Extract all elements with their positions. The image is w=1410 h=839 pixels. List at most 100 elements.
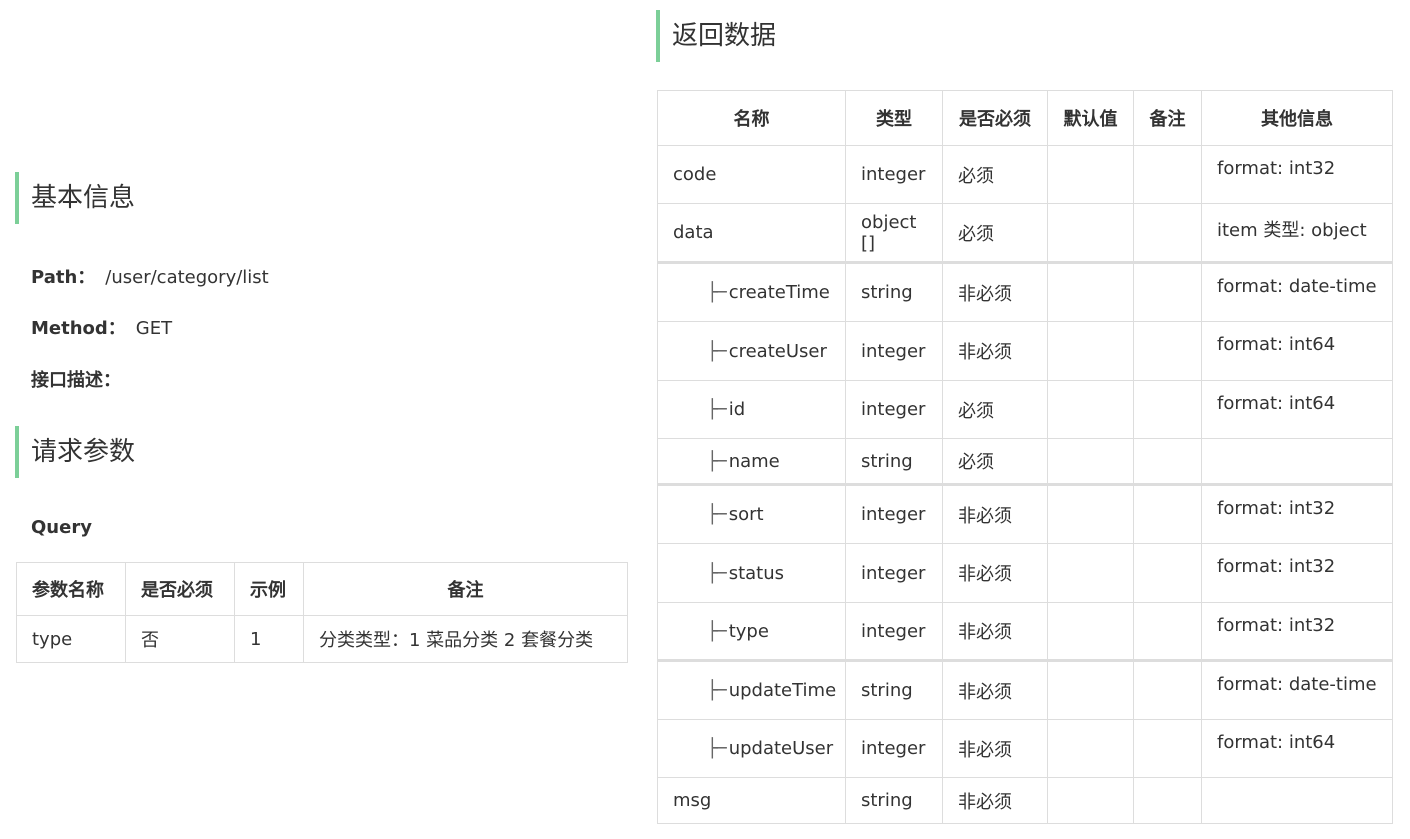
field-required: 必须 [942, 203, 1048, 263]
field-note [1133, 777, 1202, 824]
field-required: 非必须 [942, 777, 1048, 824]
field-type: integer [845, 380, 943, 439]
tree-branch-icon: ├─ [707, 738, 727, 759]
method-label: Method： [31, 318, 126, 339]
field-required: 非必须 [942, 483, 1048, 544]
param-required: 否 [125, 615, 235, 663]
field-other-info: format: int32 [1201, 145, 1393, 204]
field-default [1047, 719, 1134, 778]
field-name: updateUser [728, 738, 834, 759]
field-note [1133, 543, 1202, 603]
table-row: ├─ name string 必须 [657, 438, 1393, 485]
column-header: 备注 [1133, 90, 1202, 146]
field-type: integer [845, 145, 943, 204]
table-row: ├─ updateUser integer 非必须 format: int64 [657, 719, 1393, 778]
field-default [1047, 543, 1134, 603]
query-label-row: Query [31, 517, 92, 538]
field-type: integer [845, 483, 943, 544]
field-name: status [728, 562, 784, 584]
field-name-cell: ├─ updateTime [657, 659, 846, 720]
param-name: type [16, 615, 126, 663]
table-row: ├─ id integer 必须 format: int64 [657, 380, 1393, 439]
column-header: 其他信息 [1201, 90, 1393, 146]
field-required: 非必须 [942, 321, 1048, 381]
description-label: 接口描述： [31, 370, 121, 391]
description-row: 接口描述： [31, 366, 121, 392]
field-other-info: format: date-time [1201, 261, 1393, 322]
field-note [1133, 602, 1202, 661]
field-name: code [673, 164, 717, 185]
field-required: 非必须 [942, 659, 1048, 720]
method-row: Method： GET [31, 314, 172, 340]
field-name-cell: ├─ name [657, 438, 846, 485]
table-row: code integer 必须 format: int32 [657, 145, 1393, 204]
field-name: updateTime [728, 680, 837, 701]
field-required: 必须 [942, 380, 1048, 439]
field-type: string [845, 777, 943, 824]
field-other-info: format: int64 [1201, 321, 1393, 381]
field-note [1133, 438, 1202, 485]
field-default [1047, 438, 1134, 485]
field-required: 非必须 [942, 719, 1048, 778]
tree-branch-icon: ├─ [707, 450, 727, 472]
field-required: 非必须 [942, 543, 1048, 603]
field-type: string [845, 659, 943, 720]
field-note [1133, 483, 1202, 544]
column-header: 是否必须 [125, 562, 235, 616]
field-required: 非必须 [942, 602, 1048, 661]
field-name-cell: ├─ sort [657, 483, 846, 544]
field-note [1133, 203, 1202, 263]
field-default [1047, 145, 1134, 204]
field-required: 非必须 [942, 261, 1048, 322]
field-type: object [] [845, 203, 943, 263]
method-value: GET [135, 318, 173, 339]
table-row: ├─ updateTime string 非必须 format: date-time [657, 659, 1393, 720]
tree-branch-icon: ├─ [707, 340, 727, 362]
table-row: ├─ sort integer 非必须 format: int32 [657, 483, 1393, 544]
tree-branch-icon: ├─ [707, 562, 727, 584]
field-name-cell: ├─ status [657, 543, 846, 603]
field-name: createUser [728, 340, 827, 362]
response-data-heading: 返回数据 [656, 10, 776, 62]
field-name-cell: msg [657, 777, 846, 824]
column-header: 示例 [234, 562, 304, 616]
tree-branch-icon: ├─ [707, 680, 727, 701]
column-header: 备注 [303, 562, 628, 616]
field-name-cell: code [657, 145, 846, 204]
field-required: 必须 [942, 438, 1048, 485]
tree-branch-icon: ├─ [707, 282, 727, 303]
field-type: integer [845, 543, 943, 603]
field-name: sort [728, 504, 764, 525]
field-required: 必须 [942, 145, 1048, 204]
field-note [1133, 145, 1202, 204]
field-note [1133, 719, 1202, 778]
field-default [1047, 321, 1134, 381]
field-other-info: format: int32 [1201, 602, 1393, 661]
field-other-info: format: int64 [1201, 719, 1393, 778]
field-name: type [728, 620, 769, 642]
table-header-row: 参数名称 是否必须 示例 备注 [16, 562, 628, 616]
field-default [1047, 777, 1134, 824]
response-table-body: code integer 必须 format: int32 data object [] 必… [657, 145, 1393, 824]
path-row: Path： /user/category/list [31, 263, 269, 289]
column-header: 参数名称 [16, 562, 126, 616]
field-name: msg [673, 790, 712, 811]
field-note [1133, 659, 1202, 720]
column-header: 类型 [845, 90, 943, 146]
param-note: 分类类型：1 菜品分类 2 套餐分类 [303, 615, 628, 663]
query-params-table: 参数名称 是否必须 示例 备注 type 否 1 分类类型：1 菜品分类 2 套… [16, 562, 628, 663]
field-default [1047, 602, 1134, 661]
field-default [1047, 380, 1134, 439]
field-type: string [845, 438, 943, 485]
table-row: ├─ type integer 非必须 format: int32 [657, 602, 1393, 661]
field-name-cell: ├─ createUser [657, 321, 846, 381]
field-other-info [1201, 438, 1393, 485]
column-header: 是否必须 [942, 90, 1048, 146]
field-default [1047, 483, 1134, 544]
table-row: ├─ status integer 非必须 format: int32 [657, 543, 1393, 603]
tree-branch-icon: ├─ [707, 504, 727, 525]
field-note [1133, 321, 1202, 381]
field-type: integer [845, 719, 943, 778]
tree-branch-icon: ├─ [707, 399, 727, 420]
field-other-info: format: date-time [1201, 659, 1393, 720]
